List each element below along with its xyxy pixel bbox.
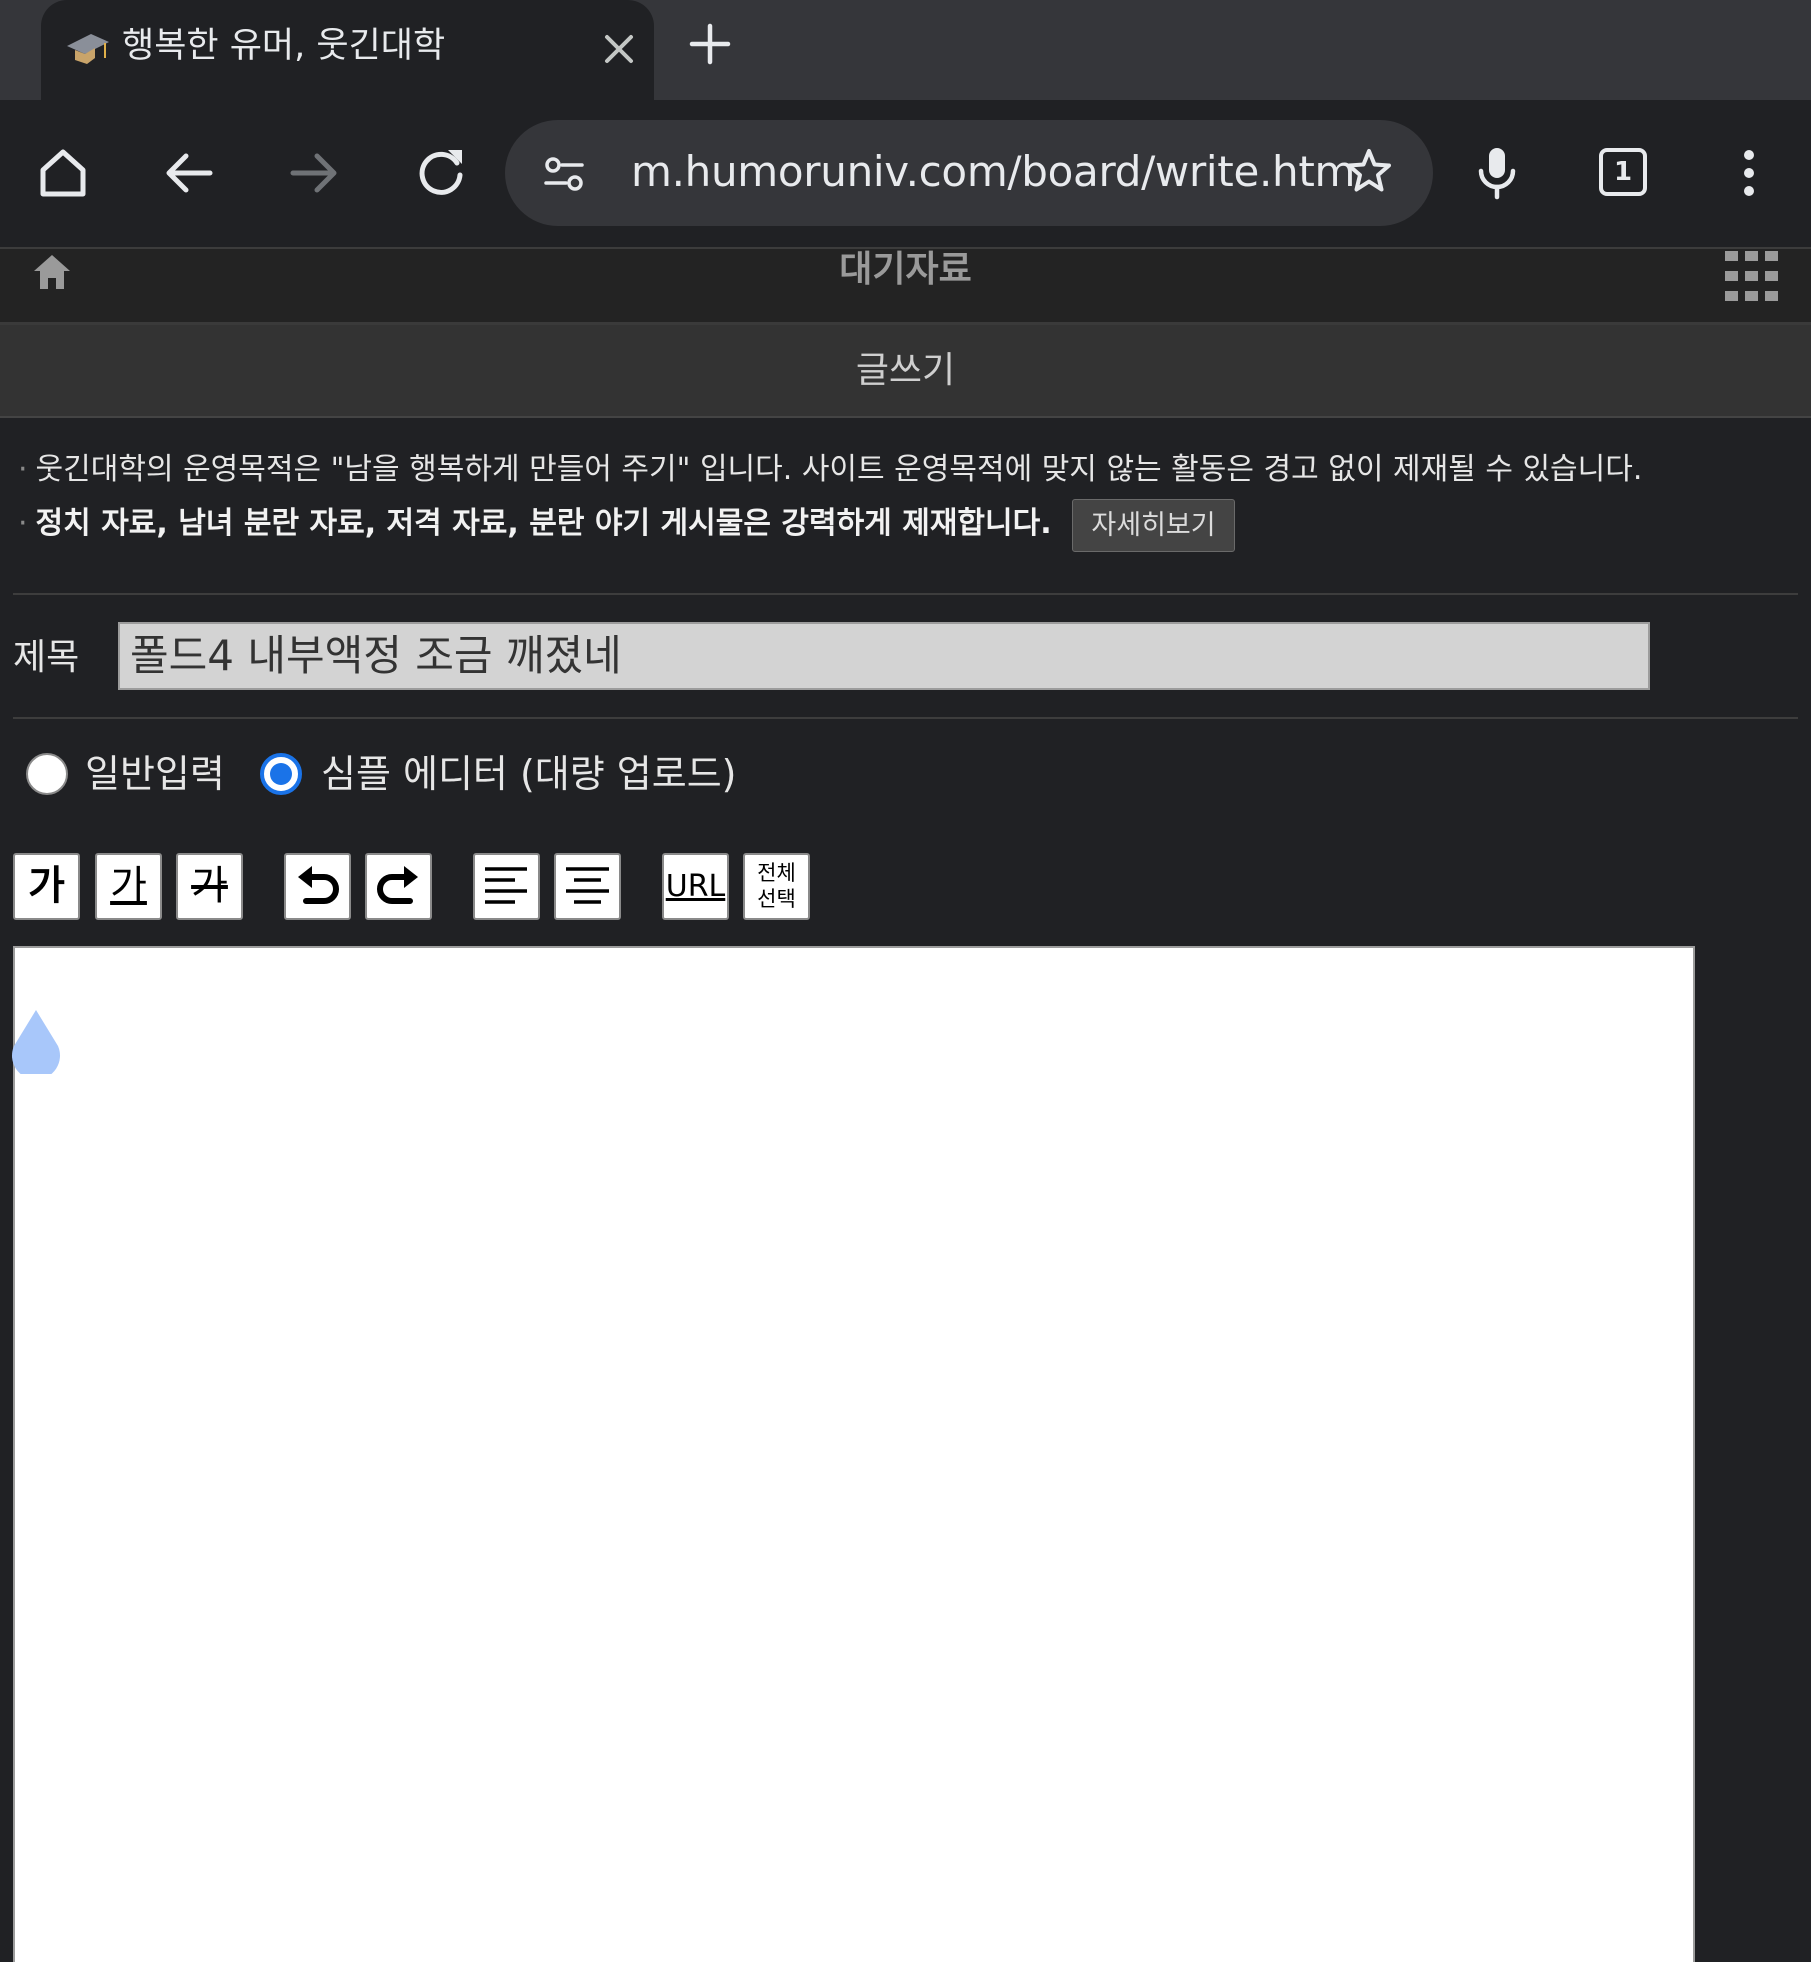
url-text[interactable]: m.humoruniv.com/board/write.htm	[631, 144, 1355, 200]
site-header: 대기자료	[0, 247, 1811, 325]
editor-content-area[interactable]	[13, 946, 1695, 1962]
section-title: 대기자료	[839, 249, 972, 290]
address-bar[interactable]: m.humoruniv.com/board/write.htm	[505, 120, 1433, 226]
select-all-button[interactable]: 전체 선택	[743, 853, 810, 920]
tune-icon[interactable]	[542, 152, 586, 196]
notice-text-1: 웃긴대학의 운영목적은 "남을 행복하게 만들어 주기" 입니다. 사이트 운영…	[35, 452, 1643, 487]
browser-toolbar: m.humoruniv.com/board/write.htm 1	[0, 100, 1811, 247]
page-title: 글쓰기	[855, 350, 956, 391]
tab-strip: 행복한 유머, 웃긴대학	[0, 0, 1811, 100]
align-left-icon	[485, 867, 527, 904]
simple-editor-label[interactable]: 심플 에디터 (대량 업로드)	[321, 750, 737, 798]
bold-button[interactable]: 가	[13, 853, 80, 920]
align-center-button[interactable]	[554, 853, 621, 920]
bold-label: 가	[28, 863, 65, 909]
back-arrow-icon[interactable]	[158, 142, 220, 204]
tab-switcher-button[interactable]: 1	[1599, 148, 1647, 196]
url-button[interactable]: URL	[662, 853, 729, 920]
more-vert-icon[interactable]	[1718, 142, 1780, 204]
new-tab-plus-icon[interactable]	[686, 20, 734, 68]
mic-icon[interactable]	[1466, 142, 1528, 204]
strikethrough-label: 가	[191, 863, 228, 909]
redo-icon	[377, 866, 418, 904]
underline-label: 가	[110, 863, 147, 909]
reload-icon[interactable]	[410, 142, 472, 204]
select-all-label-1: 전체	[757, 861, 796, 885]
divider	[13, 593, 1798, 595]
strikethrough-button[interactable]: 가	[176, 853, 243, 920]
undo-icon	[298, 866, 339, 904]
normal-input-radio[interactable]	[26, 753, 68, 795]
tab-title: 행복한 유머, 웃긴대학	[122, 26, 446, 66]
subject-label: 제목	[13, 637, 80, 678]
notice-text-2: 정치 자료, 남녀 분란 자료, 저격 자료, 분란 야기 게시물은 강력하게 …	[35, 506, 1052, 541]
underline-button[interactable]: 가	[95, 853, 162, 920]
detail-view-button[interactable]: 자세히보기	[1072, 499, 1235, 552]
divider	[13, 717, 1798, 719]
align-center-icon	[566, 867, 609, 904]
notice-line-2: · 정치 자료, 남녀 분란 자료, 저격 자료, 분란 야기 게시물은 강력하게…	[18, 504, 1052, 544]
simple-editor-radio[interactable]	[260, 753, 302, 795]
graduation-cap-favicon-icon	[65, 28, 111, 68]
star-icon[interactable]	[1343, 145, 1395, 197]
forward-arrow-icon[interactable]	[283, 142, 345, 204]
url-label: URL	[665, 869, 726, 904]
subject-input[interactable]: 폴드4 내부액정 조금 깨졌네	[118, 622, 1650, 690]
browser-tab[interactable]: 행복한 유머, 웃긴대학	[41, 0, 654, 100]
menu-grid-icon[interactable]	[1725, 251, 1779, 301]
align-left-button[interactable]	[473, 853, 540, 920]
bullet: ·	[18, 506, 28, 541]
screen: 행복한 유머, 웃긴대학 m.humoruniv.com/board/write…	[0, 0, 1811, 1962]
close-icon[interactable]	[596, 26, 642, 72]
normal-input-label[interactable]: 일반입력	[85, 750, 225, 798]
notice-line-1: · 웃긴대학의 운영목적은 "남을 행복하게 만들어 주기" 입니다. 사이트 운…	[18, 450, 1642, 490]
select-all-label-2: 선택	[757, 887, 796, 911]
redo-button[interactable]	[365, 853, 432, 920]
text-cursor-handle-icon[interactable]	[9, 1010, 63, 1080]
undo-button[interactable]	[284, 853, 351, 920]
home-icon[interactable]	[32, 142, 94, 204]
write-header: 글쓰기	[0, 325, 1811, 418]
bullet: ·	[18, 452, 28, 487]
